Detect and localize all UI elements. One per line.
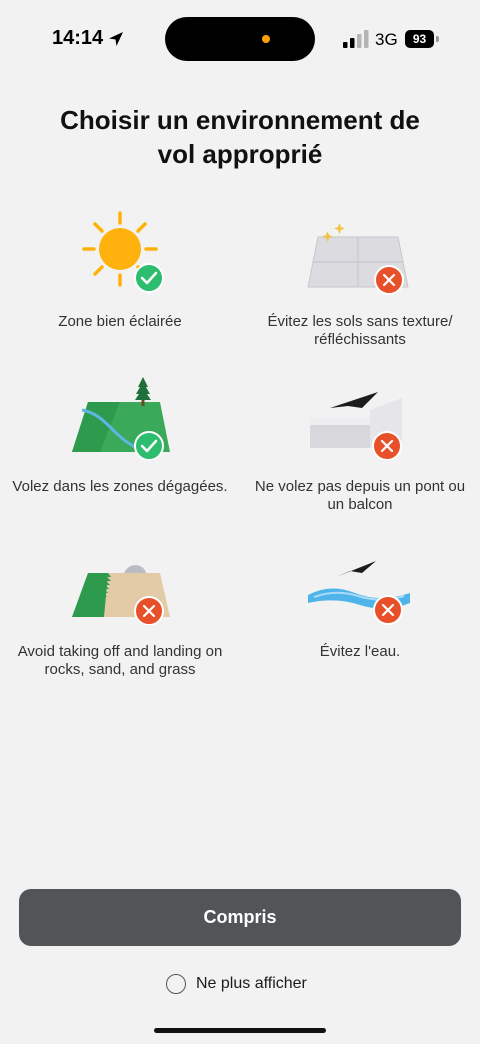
- tip-item: Zone bien éclairée: [0, 205, 240, 355]
- dont-show-again-label: Ne plus afficher: [196, 975, 307, 992]
- battery-icon: 93: [405, 30, 439, 48]
- dont-show-again-option[interactable]: Ne plus afficher: [166, 973, 307, 995]
- tip-item: Volez dans les zones dégagées.: [0, 370, 240, 520]
- rocks-sand-grass-icon: [72, 565, 170, 625]
- tip-caption: Volez dans les zones dégagées.: [12, 478, 228, 495]
- dynamic-island: [165, 17, 315, 61]
- tip-caption: Ne volez pas depuis un pont ou un balcon: [254, 478, 466, 513]
- water-icon: [308, 561, 410, 625]
- sun-icon: [82, 211, 164, 293]
- tip-item: Ne volez pas depuis un pont ou un balcon: [240, 370, 480, 520]
- reflective-floor-icon: [307, 223, 409, 295]
- open-field-icon: [72, 377, 170, 460]
- confirm-button[interactable]: Compris: [19, 889, 461, 946]
- tip-caption: Zone bien éclairée: [58, 313, 182, 330]
- tip-item: Avoid taking off and landing on rocks, s…: [0, 535, 240, 685]
- page-title: Choisir un environnement de vol appropri…: [60, 105, 420, 169]
- privacy-indicator-dot: [262, 35, 270, 43]
- tip-item: Évitez les sols sans texture/ réfléchiss…: [240, 205, 480, 355]
- tip-item: Évitez l'eau.: [240, 535, 480, 685]
- tip-caption: Évitez l'eau.: [319, 643, 401, 660]
- status-time: 14:14: [52, 27, 104, 49]
- status-bar: 14:14 3G 93: [0, 0, 480, 80]
- bridge-balcony-icon: [310, 392, 402, 460]
- location-arrow-icon: [109, 32, 123, 46]
- dont-show-again-radio[interactable]: [166, 974, 186, 994]
- tip-caption: Avoid taking off and landing on rocks, s…: [17, 643, 223, 678]
- battery-level: 93: [405, 30, 434, 48]
- cellular-signal-icon: [343, 30, 369, 48]
- home-indicator[interactable]: [154, 1028, 326, 1033]
- tip-caption: Évitez les sols sans texture/ réfléchiss…: [267, 313, 453, 348]
- network-type: 3G: [375, 30, 398, 49]
